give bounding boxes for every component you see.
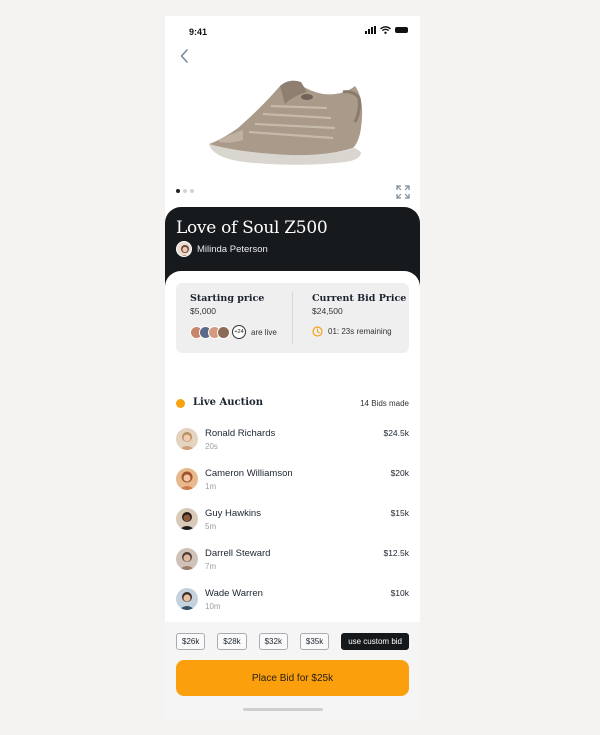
signal-icon [365, 26, 376, 34]
seller-avatar [176, 241, 192, 257]
bid-amount: $20k [390, 468, 409, 478]
back-chevron-icon[interactable] [177, 46, 193, 66]
status-icons [365, 26, 408, 34]
avatar [176, 468, 198, 490]
bid-time: 10m [205, 602, 221, 611]
bid-time: 7m [205, 562, 217, 571]
current-bid-value: $24,500 [312, 306, 343, 316]
more-bidders-badge: +24 [232, 325, 246, 339]
list-item[interactable]: Guy Hawkins 5m $15k [176, 503, 409, 543]
live-auction-title: Live Auction [193, 397, 263, 408]
expand-icon[interactable] [396, 185, 410, 199]
quick-bid-chip[interactable]: $28k [217, 633, 247, 650]
live-indicator-dot [176, 399, 185, 408]
starting-price-block: Starting price $5,000 [190, 293, 264, 316]
avatar [176, 548, 198, 570]
list-item[interactable]: Wade Warren 10m $10k [176, 583, 409, 623]
seller-info[interactable]: Milinda Peterson [176, 241, 268, 257]
bid-list: Ronald Richards 20s $24.5k Cameron Willi… [176, 423, 409, 623]
bidder-name: Cameron Williamson [205, 468, 293, 479]
live-bidders[interactable]: +24 are live [190, 325, 277, 339]
bid-amount: $24.5k [383, 428, 409, 438]
bid-sheet: Starting price $5,000 +24 are live Curre… [165, 271, 420, 719]
bid-amount: $15k [390, 508, 409, 518]
bidder-name: Ronald Richards [205, 428, 276, 439]
bid-time: 1m [205, 482, 217, 491]
avatar [176, 428, 198, 450]
carousel-dot[interactable] [183, 189, 187, 193]
wifi-icon [380, 26, 391, 34]
carousel-dot[interactable] [190, 189, 194, 193]
clock-icon [312, 326, 323, 337]
list-item[interactable]: Cameron Williamson 1m $20k [176, 463, 409, 503]
product-title: Love of Soul Z500 [176, 218, 328, 238]
time-remaining: 01: 23s remaining [328, 327, 392, 336]
carousel-dot[interactable] [176, 189, 180, 193]
bid-summary-card: Starting price $5,000 +24 are live Curre… [176, 283, 409, 353]
avatar [176, 508, 198, 530]
bid-time: 5m [205, 522, 217, 531]
bidder-name: Darrell Steward [205, 548, 271, 559]
bid-time: 20s [205, 442, 218, 451]
quick-bid-chip[interactable]: $35k [299, 633, 330, 650]
bid-amount: $10k [390, 588, 409, 598]
product-image [209, 80, 363, 165]
phone-screen: 9:41 Love of Soul Z500 Milinda Peterson … [165, 16, 420, 719]
divider [292, 292, 293, 344]
current-bid-label: Current Bid Price [312, 293, 407, 304]
list-item[interactable]: Darrell Steward 7m $12.5k [176, 543, 409, 583]
seller-name: Milinda Peterson [197, 243, 268, 255]
status-time: 9:41 [189, 27, 208, 37]
quick-bid-chip[interactable]: $26k [176, 633, 206, 650]
starting-price-label: Starting price [190, 293, 265, 304]
quick-bid-chip[interactable]: $32k [258, 633, 288, 650]
home-indicator [243, 708, 323, 711]
place-bid-button[interactable]: Place Bid for $25k [176, 660, 409, 696]
custom-bid-button[interactable]: use custom bid [341, 633, 409, 650]
live-auction-header: Live Auction 14 Bids made [176, 397, 409, 411]
carousel-indicator[interactable] [176, 189, 194, 193]
avatar [217, 325, 230, 339]
current-bid-block: Current Bid Price $24,500 [312, 293, 406, 316]
battery-icon [395, 27, 408, 33]
bidder-name: Wade Warren [205, 588, 263, 599]
bid-amount: $12.5k [383, 548, 409, 558]
starting-price-value: $5,000 [190, 306, 216, 316]
bids-made-count: 14 Bids made [360, 399, 409, 408]
status-bar: 9:41 [165, 16, 420, 48]
live-label: are live [251, 327, 277, 337]
countdown: 01: 23s remaining [312, 326, 392, 337]
avatar [176, 588, 198, 610]
bid-footer: $26k $28k $32k $35k use custom bid Place… [165, 622, 420, 719]
quick-bid-options: $26k $28k $32k $35k use custom bid [176, 633, 409, 650]
list-item[interactable]: Ronald Richards 20s $24.5k [176, 423, 409, 463]
bidder-name: Guy Hawkins [205, 508, 261, 519]
